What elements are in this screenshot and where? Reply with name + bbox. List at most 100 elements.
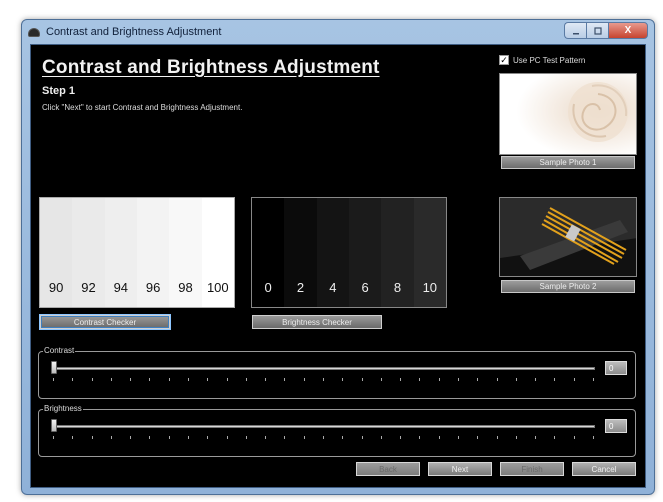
slider-tick — [72, 378, 74, 381]
contrast-level-label: 96 — [145, 280, 161, 295]
slider-tick — [535, 378, 537, 381]
slider-tick — [438, 436, 440, 439]
sample-photo-1-button[interactable]: Sample Photo 1 — [501, 156, 635, 169]
contrast-slider-track[interactable] — [53, 367, 595, 370]
contrast-level-cell: 94 — [104, 198, 137, 307]
slider-tick — [265, 436, 267, 439]
pc-test-pattern-checkbox[interactable]: ✓ — [499, 55, 509, 65]
slider-tick — [207, 436, 209, 439]
slider-tick — [438, 378, 440, 381]
brightness-value-field[interactable]: 0 — [605, 419, 627, 433]
slider-tick — [342, 378, 344, 381]
slider-tick — [496, 378, 498, 381]
contrast-checker-button[interactable]: Contrast Checker — [39, 314, 171, 330]
contrast-slider-thumb[interactable] — [51, 361, 57, 374]
slider-tick — [400, 436, 402, 439]
slider-tick — [53, 436, 54, 439]
brightness-level-cell: 10 — [413, 198, 446, 307]
minimize-icon — [572, 32, 579, 34]
slider-tick — [168, 378, 170, 381]
slider-tick — [477, 436, 479, 439]
window-controls: X — [564, 22, 648, 39]
slider-tick — [110, 378, 112, 381]
slider-tick — [207, 378, 209, 381]
slider-tick — [168, 436, 170, 439]
brightness-level-label: 0 — [264, 280, 272, 295]
slider-tick — [419, 436, 421, 439]
page-title: Contrast and Brightness Adjustment — [42, 57, 380, 78]
dialog-body: Contrast and Brightness Adjustment Step … — [30, 44, 646, 488]
slider-tick — [593, 436, 594, 439]
slider-tick — [149, 436, 151, 439]
pasta-image — [500, 198, 636, 276]
slider-tick — [188, 378, 189, 381]
brightness-checker-pattern: 0 2 4 6 8 10 — [251, 197, 447, 308]
slider-tick — [458, 378, 459, 381]
brightness-checker-button[interactable]: Brightness Checker — [252, 315, 382, 329]
adjustment-window: Contrast and Brightness Adjustment X Con… — [21, 19, 655, 495]
slider-tick — [515, 436, 517, 439]
slider-tick — [573, 378, 575, 381]
slider-tick — [188, 436, 189, 439]
contrast-label: Contrast — [43, 346, 76, 355]
contrast-level-cell: 96 — [136, 198, 170, 307]
slider-tick — [303, 436, 305, 439]
next-button[interactable]: Next — [428, 462, 492, 476]
brightness-level-cell: 0 — [252, 198, 285, 307]
slider-tick — [496, 436, 498, 439]
rose-image — [500, 74, 636, 154]
contrast-level-cell: 92 — [72, 198, 105, 307]
brightness-level-label: 10 — [422, 280, 438, 295]
slider-tick — [361, 378, 363, 381]
contrast-level-label: 94 — [113, 280, 129, 295]
slider-tick — [245, 436, 247, 439]
slider-tick — [91, 436, 93, 439]
slider-tick — [226, 378, 228, 381]
pc-test-pattern-label: Use PC Test Pattern — [513, 55, 586, 65]
brightness-level-cell: 2 — [284, 198, 317, 307]
contrast-level-label: 90 — [48, 280, 64, 295]
slider-tick — [130, 436, 132, 439]
slider-tick — [380, 378, 382, 381]
brightness-slider-track[interactable] — [53, 425, 595, 428]
slider-tick — [91, 378, 93, 381]
brightness-label: Brightness — [43, 404, 83, 413]
sample-photo-2-button[interactable]: Sample Photo 2 — [501, 280, 635, 293]
slider-tick — [458, 436, 459, 439]
check-icon: ✓ — [500, 54, 508, 65]
slider-tick — [323, 378, 324, 381]
slider-tick — [245, 378, 247, 381]
slider-tick — [284, 378, 286, 381]
slider-tick — [149, 378, 151, 381]
brightness-slider-thumb[interactable] — [51, 419, 57, 432]
maximize-button[interactable] — [586, 22, 608, 39]
slider-tick — [380, 436, 382, 439]
brightness-level-cell: 8 — [381, 198, 414, 307]
slider-tick — [400, 378, 402, 381]
title-bar[interactable]: Contrast and Brightness Adjustment X — [22, 20, 654, 44]
slider-tick — [342, 436, 344, 439]
contrast-level-cell: 90 — [40, 198, 73, 307]
slider-tick — [53, 378, 54, 381]
cancel-button[interactable]: Cancel — [572, 462, 636, 476]
slider-tick — [573, 436, 575, 439]
sample-photo-2 — [499, 197, 637, 277]
slider-tick — [110, 436, 112, 439]
close-button[interactable]: X — [608, 22, 648, 39]
slider-tick — [284, 436, 286, 439]
maximize-icon — [593, 26, 602, 35]
contrast-group: Contrast 0 — [38, 346, 636, 399]
finish-button[interactable]: Finish — [500, 462, 564, 476]
slider-tick — [72, 436, 74, 439]
contrast-level-label: 100 — [206, 280, 229, 295]
brightness-level-label: 4 — [329, 280, 337, 295]
contrast-slider-ticks — [53, 378, 595, 382]
back-button[interactable]: Back — [356, 462, 420, 476]
contrast-value-field[interactable]: 0 — [605, 361, 627, 375]
slider-tick — [265, 378, 267, 381]
close-icon: X — [624, 24, 632, 36]
pc-test-pattern-toggle[interactable]: ✓ Use PC Test Pattern — [499, 55, 585, 65]
brightness-slider-ticks — [53, 436, 595, 440]
minimize-button[interactable] — [564, 22, 586, 39]
slider-tick — [554, 436, 556, 439]
